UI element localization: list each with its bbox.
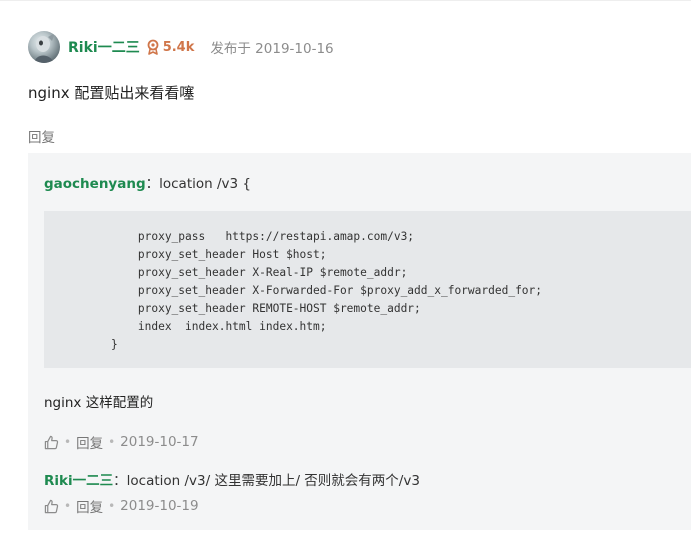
post-author-link[interactable]: Riki一二三 [68, 37, 140, 57]
post-content: nginx 配置贴出来看看噻 [28, 84, 195, 102]
medal-icon [146, 39, 160, 55]
nested-reply-text: location /v3/ 这里需要加上/ 否则就会有两个/v3 [126, 473, 420, 489]
nested-reply-meta: • 回复 • 2019-10-19 [44, 496, 199, 516]
post-timestamp: 发布于 2019-10-16 [210, 41, 334, 57]
nested-reply-reply-button[interactable]: 回复 [76, 496, 103, 516]
quoted-comment-header: gaochenyang：location /v3 { [44, 172, 251, 192]
comment-date: 2019-10-17 [120, 434, 199, 450]
code-block: proxy_pass https://restapi.amap.com/v3; … [44, 211, 691, 368]
quote-separator: ： [145, 176, 160, 192]
reputation-score: 5.4k [162, 39, 195, 55]
avatar[interactable] [28, 31, 60, 63]
meta-separator: • [108, 435, 116, 449]
meta-separator: • [64, 499, 72, 513]
post-header: Riki一二三 5.4k 发布于 2019-10-16 [28, 30, 334, 64]
quoted-first-line: location /v3 { [159, 176, 251, 192]
thumb-up-icon[interactable] [44, 499, 59, 514]
reply-button[interactable]: 回复 [28, 126, 55, 146]
avatar-image [34, 33, 55, 63]
nested-reply-date: 2019-10-19 [120, 498, 199, 514]
code-content: proxy_pass https://restapi.amap.com/v3; … [110, 230, 543, 351]
meta-separator: • [64, 435, 72, 449]
comment-thread: gaochenyang：location /v3 { proxy_pass ht… [28, 153, 691, 530]
top-divider [0, 0, 691, 1]
nested-reply: Riki一二三：location /v3/ 这里需要加上/ 否则就会有两个/v3 [44, 469, 420, 489]
quoted-author-link[interactable]: gaochenyang [44, 176, 146, 192]
thumb-up-icon[interactable] [44, 435, 59, 450]
meta-separator: • [108, 499, 116, 513]
nested-reply-separator: ： [113, 473, 127, 489]
comment-reply-button[interactable]: 回复 [76, 432, 103, 452]
nested-reply-author-link[interactable]: Riki一二三 [44, 473, 113, 489]
quoted-comment-text: nginx 这样配置的 [44, 395, 154, 411]
comment-meta: • 回复 • 2019-10-17 [44, 432, 199, 452]
